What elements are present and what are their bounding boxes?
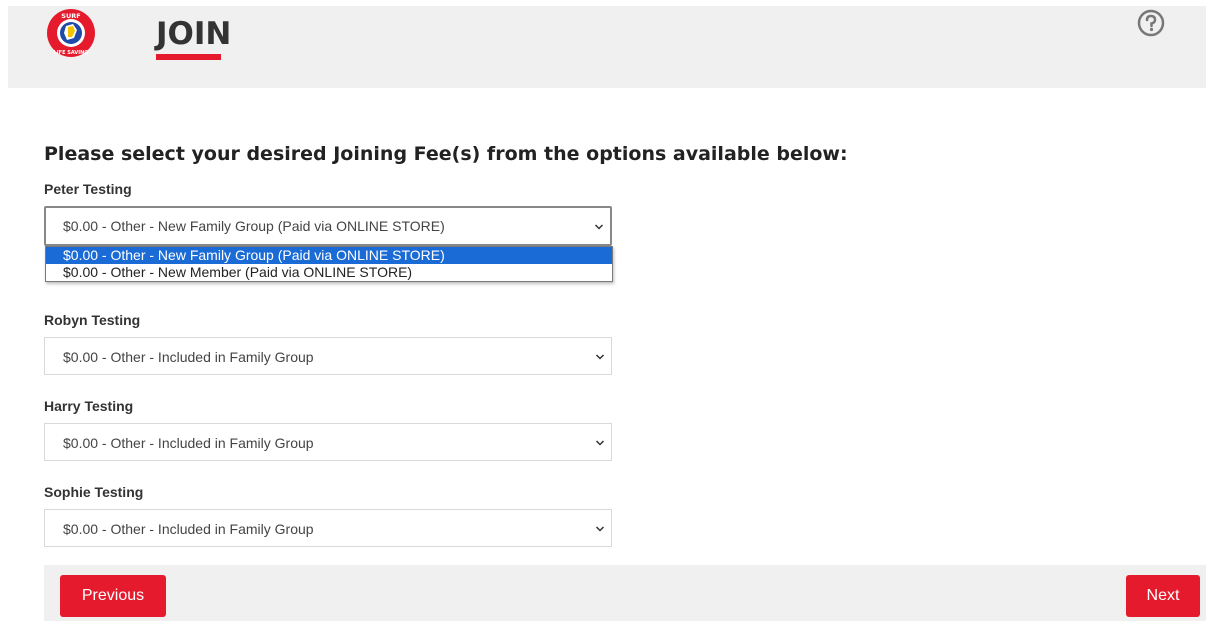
- question-circle-icon[interactable]: [1136, 8, 1166, 38]
- dropdown-option-new-family-group[interactable]: $0.00 - Other - New Family Group (Paid v…: [46, 247, 612, 264]
- chevron-down-icon: [595, 526, 605, 532]
- title-underline: [156, 54, 221, 60]
- member-name-robyn: Robyn Testing: [44, 312, 141, 328]
- member-name-harry: Harry Testing: [44, 398, 134, 414]
- joining-fee-select-peter[interactable]: $0.00 - Other - New Family Group (Paid v…: [44, 206, 612, 246]
- previous-button[interactable]: Previous: [60, 575, 166, 617]
- page-title: JOIN: [156, 16, 232, 52]
- select-value: $0.00 - Other - Included in Family Group: [63, 521, 314, 537]
- joining-fee-select-sophie[interactable]: $0.00 - Other - Included in Family Group: [44, 509, 612, 547]
- chevron-down-icon: [595, 440, 605, 446]
- svg-text:LIFE SAVING: LIFE SAVING: [54, 50, 89, 56]
- select-value: $0.00 - Other - Included in Family Group: [63, 435, 314, 451]
- joining-fee-dropdown-list: $0.00 - Other - New Family Group (Paid v…: [45, 246, 613, 282]
- page-header: SURF LIFE SAVING JOIN: [8, 6, 1206, 88]
- instructions-heading: Please select your desired Joining Fee(s…: [44, 143, 848, 165]
- joining-fee-select-harry[interactable]: $0.00 - Other - Included in Family Group: [44, 423, 612, 461]
- next-button[interactable]: Next: [1126, 575, 1200, 617]
- joining-fee-select-robyn[interactable]: $0.00 - Other - Included in Family Group: [44, 337, 612, 375]
- member-name-sophie: Sophie Testing: [44, 484, 144, 500]
- select-value: $0.00 - Other - Included in Family Group: [63, 349, 314, 365]
- chevron-down-icon: [595, 354, 605, 360]
- surf-life-saving-logo[interactable]: SURF LIFE SAVING: [46, 8, 96, 58]
- member-name-peter: Peter Testing: [44, 181, 132, 197]
- select-value: $0.00 - Other - New Family Group (Paid v…: [63, 218, 445, 234]
- chevron-down-icon: [594, 224, 604, 230]
- navigation-footer: [44, 565, 1206, 621]
- svg-text:SURF: SURF: [61, 12, 80, 20]
- dropdown-option-new-member[interactable]: $0.00 - Other - New Member (Paid via ONL…: [46, 264, 612, 281]
